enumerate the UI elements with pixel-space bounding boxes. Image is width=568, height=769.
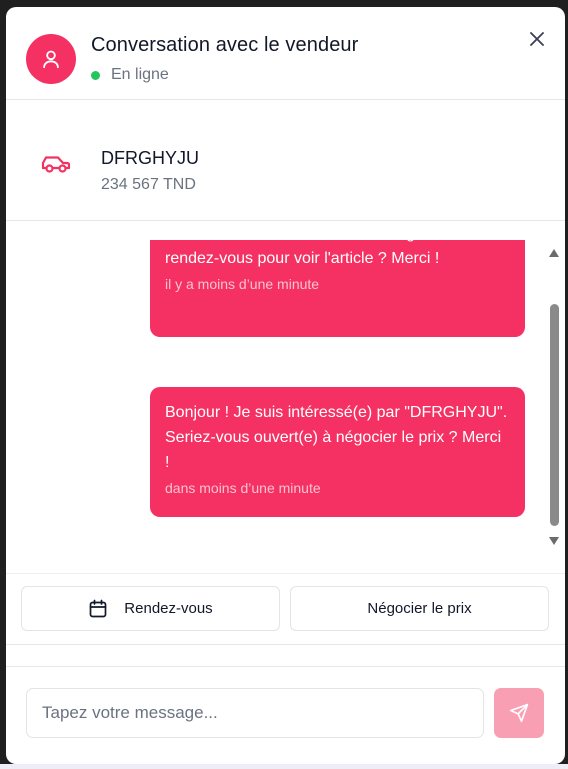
send-icon <box>509 703 529 723</box>
appointment-button-label: Rendez-vous <box>124 600 213 617</box>
product-summary: DFRGHYJU 234 567 TND <box>6 100 565 221</box>
close-icon <box>530 32 544 46</box>
appointment-button[interactable]: Rendez-vous <box>21 586 280 631</box>
message-time: il y a moins d’une minute <box>165 276 320 292</box>
page-backdrop <box>0 764 568 769</box>
chat-header: Conversation avec le vendeur En ligne <box>6 7 565 100</box>
message-text: "DFRGHYJU". Pourriez-vous m'organiser un… <box>165 240 481 267</box>
close-button[interactable] <box>527 29 547 49</box>
online-dot <box>91 70 100 80</box>
send-button[interactable] <box>494 688 544 738</box>
seller-avatar <box>26 34 76 84</box>
message-bubble: Bonjour ! Je suis intéressé(e) par "DFRG… <box>150 387 525 517</box>
online-status: En ligne <box>91 66 169 84</box>
product-name: DFRGHYJU <box>101 148 199 168</box>
message-list[interactable]: "DFRGHYJU". Pourriez-vous m'organiser un… <box>6 240 565 560</box>
scroll-up-arrow-icon[interactable] <box>548 248 560 258</box>
car-icon <box>41 156 71 173</box>
quick-actions: Rendez-vous Négocier le prix <box>6 573 565 645</box>
chat-modal: Conversation avec le vendeur En ligne DF… <box>6 7 565 764</box>
negotiate-price-button[interactable]: Négocier le prix <box>290 586 549 631</box>
message-time: dans moins d’une minute <box>165 480 321 496</box>
chat-title: Conversation avec le vendeur <box>91 34 359 56</box>
user-icon <box>43 50 59 69</box>
scrollbar-thumb[interactable] <box>550 304 559 526</box>
product-price: 234 567 TND <box>101 176 196 193</box>
online-status-label: En ligne <box>111 66 169 83</box>
message-composer <box>6 666 565 764</box>
scroll-down-arrow-icon[interactable] <box>548 536 560 546</box>
message-text: Bonjour ! Je suis intéressé(e) par "DFRG… <box>165 404 508 471</box>
message-input[interactable] <box>26 688 484 738</box>
message-bubble: "DFRGHYJU". Pourriez-vous m'organiser un… <box>150 240 525 337</box>
negotiate-price-button-label: Négocier le prix <box>367 600 472 617</box>
calendar-icon <box>89 599 107 617</box>
